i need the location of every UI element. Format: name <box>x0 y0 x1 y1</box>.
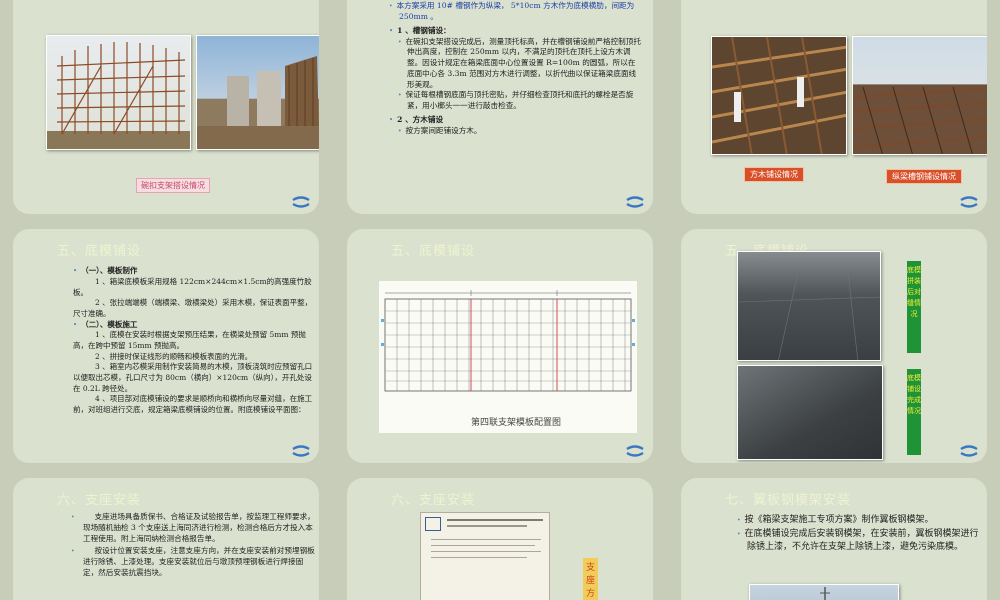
company-logo-icon <box>626 445 644 457</box>
company-logo-icon <box>292 445 310 457</box>
slide-title: 六、支座安装 <box>57 493 142 508</box>
slide-8[interactable]: 六、支座安装 支座方 <box>347 478 653 600</box>
para-construction-4: 4 、项目部对底模铺设的要求是顺桥向和横桥向尽量对缝，在施工前，对班组进行交底，… <box>73 394 313 414</box>
formwork-joint-photo <box>737 251 881 361</box>
scaffold-photo-1 <box>46 35 191 150</box>
slide7-text: • 支座进场具备质保书、合格证及试验报告单，按监理工程师要求，现场随机抽检 3 个… <box>71 512 315 577</box>
wing-formwork-photo <box>749 584 899 600</box>
timber-caption: 方木铺设情况 <box>744 167 804 182</box>
timber-photo <box>711 36 847 155</box>
scaffold-photo-2 <box>196 35 319 150</box>
slide-title: 六、支座安装 <box>391 493 476 508</box>
para-timber: 按方案间距铺设方木。 <box>405 125 482 135</box>
slide-2[interactable]: • 本方案采用 10# 槽钢作为纵梁， 5*10cm 方木作为底模横肋，间距为 2… <box>347 0 653 214</box>
heading-channel-steel: 1 、槽钢铺设： <box>397 25 451 35</box>
slide-4[interactable]: 五、底模铺设 • （一）、模板制作 1 、箱梁底模板采用规格 122cm×244c… <box>13 229 319 463</box>
company-logo-icon <box>626 196 644 208</box>
para-bearing-1: 支座进场具备质保书、合格证及试验报告单，按监理工程师要求，现场随机抽检 3 个支… <box>83 512 315 543</box>
slide-5[interactable]: 五、底模铺设 第四联支架模板配置图 <box>347 229 653 463</box>
slide-title: 五、底模铺设 <box>57 244 142 259</box>
company-logo-icon <box>960 196 978 208</box>
heading-timber: 2 、方木铺设 <box>397 114 444 124</box>
slide-title: 七、翼板钢模架安装 <box>725 493 852 508</box>
formwork-layout-drawing: 第四联支架模板配置图 <box>379 281 637 433</box>
steel-beam-photo <box>852 36 987 155</box>
formwork-complete-photo <box>737 365 883 460</box>
para-construction-2: 2 、拼接时保证线形的顺畅和模板表面的光滑。 <box>95 351 253 361</box>
formwork-joint-bar: 底模拼装后对缝情况 <box>907 261 921 353</box>
heading-formwork: （一）、模板制作 <box>81 266 138 275</box>
slide-6[interactable]: 五、底模铺设 底模拼装后对缝情况 底模铺设完成情况 <box>681 229 987 463</box>
heading-construction: （二）、模板施工 <box>81 319 138 329</box>
slide-title: 五、底模铺设 <box>391 244 476 259</box>
para-formwork-2: 2 、张拉端端模（端横梁、墩横梁处）采用木模，保证表面平整，尺寸准确。 <box>73 298 313 318</box>
slide4-text: • （一）、模板制作 1 、箱梁底模板采用规格 122cm×244cm×1.5cm… <box>73 266 313 414</box>
slide-3[interactable]: 方木铺设情况 纵梁槽钢铺设情况 <box>681 0 987 214</box>
para-construction-3: 3 、箱室内芯模采用制作安装简易的木模，顶板浇筑时应预留孔口以便取出芯模，孔口尺… <box>73 362 313 393</box>
para-channel-steel-2: 保证每根槽钢底面与顶托密贴，并仔细检查顶托和底托的螺栓是否旋紧，用小榔头一一进行… <box>405 90 634 111</box>
photo-caption: 碗扣支架搭设情况 <box>136 178 210 193</box>
slide-9[interactable]: 七、翼板钢模架安装 • 按《箱梁支架施工专项方案》制作翼板钢模架。 • 在底模铺设完… <box>681 478 987 600</box>
slide2-text: • 本方案采用 10# 槽钢作为纵梁， 5*10cm 方木作为底模横肋，间距为 2… <box>389 1 641 135</box>
company-logo-icon <box>960 445 978 457</box>
para-construction-1: 1 、底模在安装时根据支架预压结果，在横梁处预留 5mm 预抛高，在跨中预留 1… <box>73 330 306 351</box>
steel-beam-caption: 纵梁槽钢铺设情况 <box>886 169 962 184</box>
para-channel-steel-1: 在碗扣支架搭设完成后，测量顶托标高，并在槽钢铺设前严格控制顶托伸出高度，控制在 … <box>405 36 641 89</box>
drawing-caption: 第四联支架模板配置图 <box>471 418 562 428</box>
slide-1[interactable]: 碗扣支架搭设情况 <box>13 0 319 214</box>
slide-7[interactable]: 六、支座安装 • 支座进场具备质保书、合格证及试验报告单，按监理工程师要求，现场随… <box>13 478 319 600</box>
slide9-text: • 按《箱梁支架施工专项方案》制作翼板钢模架。 • 在底模铺设完成后安装钢模架，在安… <box>737 515 979 553</box>
para-wing-2: 在底模铺设完成后安装钢模架，在安装前，翼板钢模架进行除锈上漆，不允许在支架上除锈… <box>744 528 979 553</box>
bearing-bar: 支座方 <box>583 558 598 600</box>
scheme-line: 本方案采用 10# 槽钢作为纵梁， 5*10cm 方木作为底模横肋，间距为 25… <box>396 1 635 21</box>
formwork-complete-bar: 底模铺设完成情况 <box>907 369 921 455</box>
test-report-document <box>420 512 550 600</box>
para-bearing-2: 按设计位置安装支座，注意支座方向，并在支座安装前对预埋钢板进行除锈、上漆处理。支… <box>83 546 315 577</box>
company-logo-icon <box>292 196 310 208</box>
para-wing-1: 按《箱梁支架施工专项方案》制作翼板钢模架。 <box>744 515 934 525</box>
para-formwork-1: 1 、箱梁底模板采用规格 122cm×244cm×1.5cm的高强度竹胶板。 <box>73 276 312 297</box>
